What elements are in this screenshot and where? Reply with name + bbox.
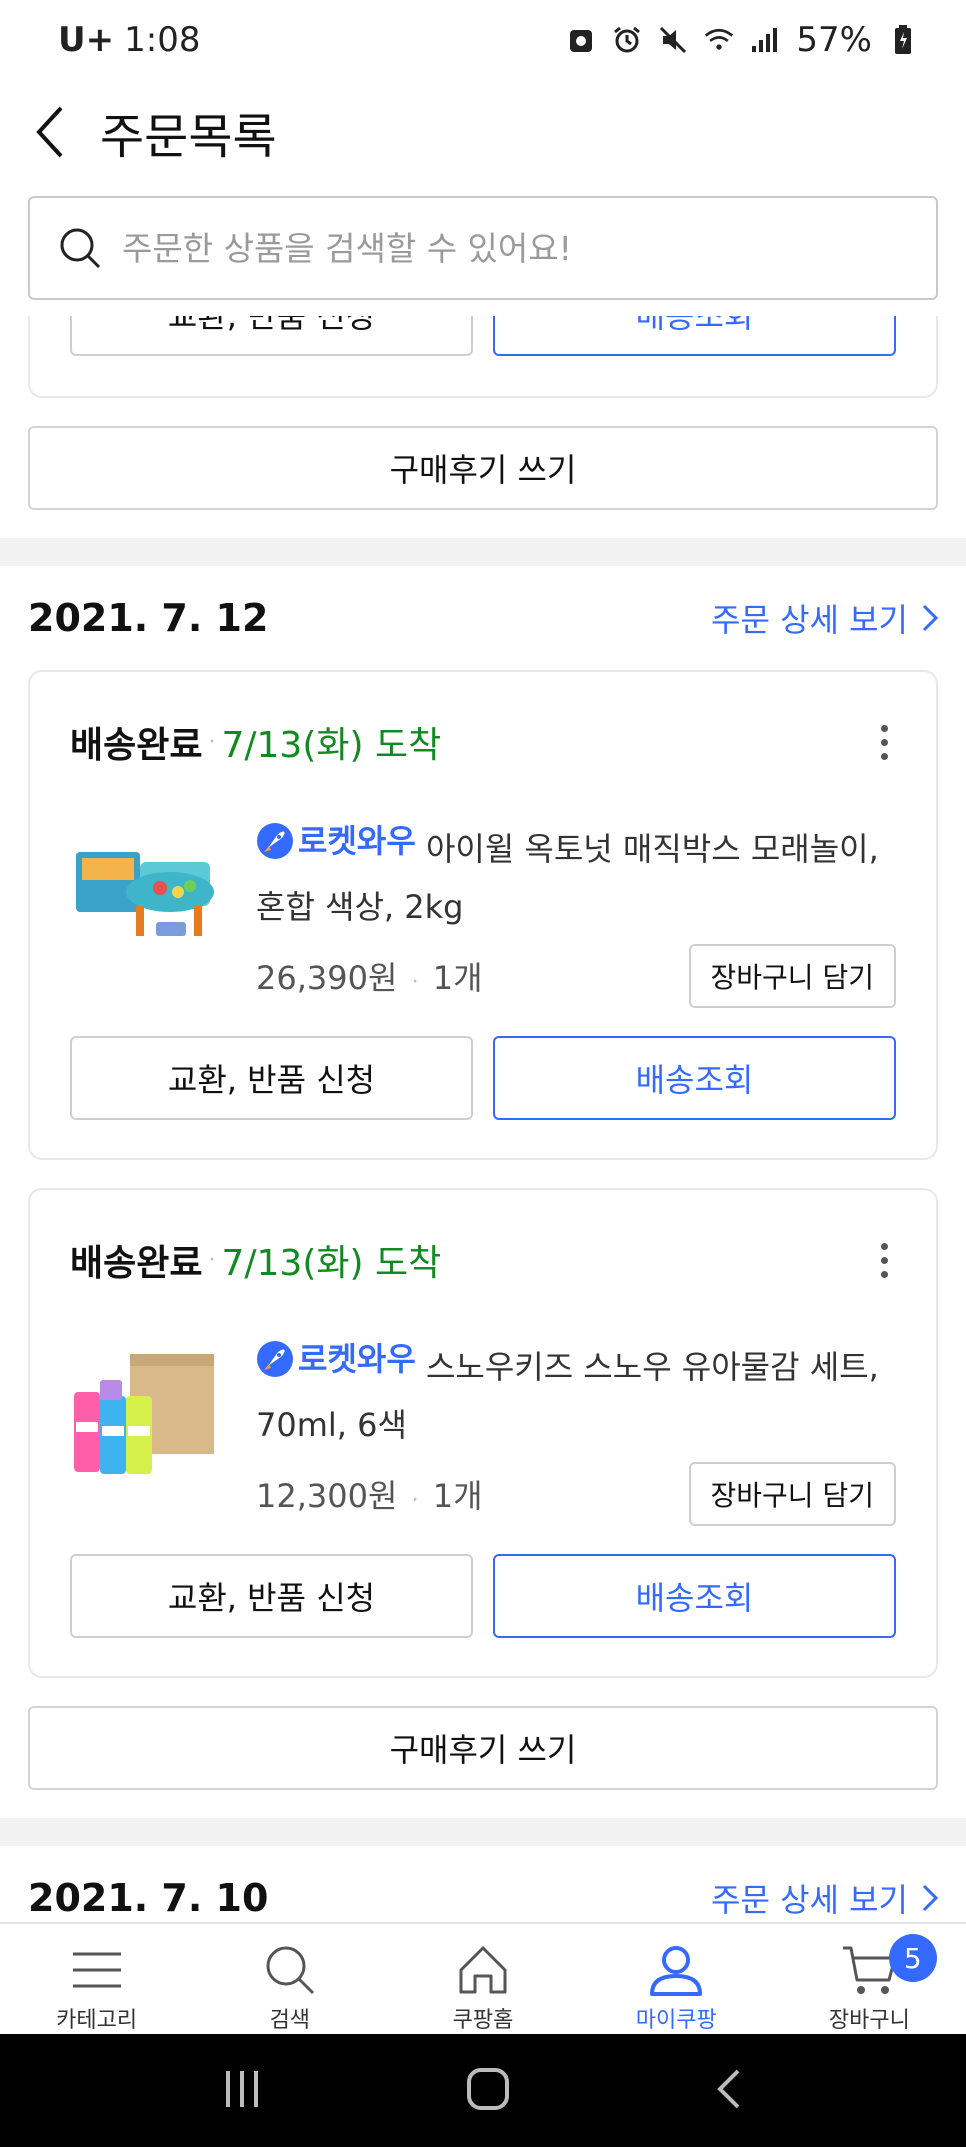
search-icon: [60, 228, 101, 269]
recent-apps-button[interactable]: [222, 2069, 262, 2113]
status-bar: U+ 1:08 57%: [0, 0, 966, 80]
product-thumbnail[interactable]: [70, 1340, 220, 1490]
alarm-icon: [612, 25, 642, 55]
order-item-card: 교환, 반품 신청 배송조회: [28, 316, 938, 398]
battery-icon: [888, 25, 918, 55]
recent-apps-icon: [226, 2070, 258, 2107]
price-qty: 12,300원 · 1개: [256, 1471, 483, 1517]
nav-home[interactable]: 쿠팡홈: [386, 1924, 579, 2034]
exchange-return-button[interactable]: 교환, 반품 신청: [70, 1554, 473, 1638]
arrival-date: 7/13(화) 도착: [221, 1243, 442, 1284]
separator-dot: ·: [208, 729, 216, 755]
exchange-return-button[interactable]: 교환, 반품 신청: [70, 316, 473, 356]
nav-label: 장바구니: [828, 2008, 910, 2033]
back-button[interactable]: [0, 80, 100, 184]
nav-label: 카테고리: [56, 2008, 138, 2033]
signal-icon: [750, 25, 780, 55]
page-title: 주문목록: [100, 109, 277, 165]
rocket-icon: [257, 1341, 293, 1377]
battery-percent: 57%: [796, 20, 872, 60]
home-circle-icon: [467, 2067, 509, 2110]
order-detail-link[interactable]: 주문 상세 보기: [711, 595, 938, 641]
search-icon: [264, 1942, 316, 1998]
carrier-label: U+: [58, 20, 115, 60]
more-options-icon[interactable]: [872, 724, 896, 760]
cart-count-badge: 5: [888, 1934, 937, 1982]
nav-my-coupang[interactable]: 마이쿠팡: [580, 1924, 773, 2034]
track-delivery-button[interactable]: 배송조회: [493, 316, 896, 356]
product-thumbnail[interactable]: [70, 822, 220, 972]
status-icons: 57%: [566, 20, 918, 60]
system-back-button[interactable]: [714, 2067, 744, 2115]
badge-label: 로켓와우: [298, 1340, 416, 1378]
chevron-left-icon: [36, 106, 63, 158]
rocket-wow-badge: 로켓와우: [256, 1330, 416, 1388]
order-section: 2021. 7. 10 주문 상세 보기: [0, 1846, 966, 1922]
track-delivery-button[interactable]: 배송조회: [493, 1036, 896, 1120]
track-delivery-button[interactable]: 배송조회: [493, 1554, 896, 1638]
nav-category[interactable]: 카테고리: [0, 1924, 193, 2034]
price-qty: 26,390원 · 1개: [256, 953, 483, 999]
order-detail-label: 주문 상세 보기: [711, 1881, 908, 1919]
home-icon: [457, 1942, 509, 1998]
badge-label: 로켓와우: [298, 822, 416, 860]
product-quantity: 1개: [432, 959, 483, 997]
delivery-status: 배송완료: [70, 1243, 203, 1284]
order-date: 2021. 7. 10: [28, 1876, 269, 1920]
write-review-button[interactable]: 구매후기 쓰기: [28, 426, 938, 510]
search-input[interactable]: [122, 228, 908, 268]
order-item-card: 배송완료 · 7/13(화) 도착: [28, 670, 938, 1160]
separator-dot: ·: [411, 1488, 419, 1513]
product-price: 26,390원: [256, 959, 398, 997]
chevron-right-icon: [922, 1884, 938, 1912]
write-review-button[interactable]: 구매후기 쓰기: [28, 1706, 938, 1790]
separator-dot: ·: [411, 970, 419, 995]
order-header: 2021. 7. 12 주문 상세 보기: [28, 566, 938, 670]
nav-label: 마이쿠팡: [635, 2008, 717, 2033]
order-list[interactable]: 교환, 반품 신청 배송조회 구매후기 쓰기 2021. 7. 12 주문 상세…: [0, 316, 966, 1922]
back-icon: [717, 2069, 740, 2108]
add-to-cart-button[interactable]: 장바구니 담기: [688, 1462, 896, 1526]
user-icon: [648, 1942, 704, 1998]
nav-search[interactable]: 검색: [193, 1924, 386, 2034]
order-section: 교환, 반품 신청 배송조회 구매후기 쓰기: [0, 316, 966, 538]
add-to-cart-button[interactable]: 장바구니 담기: [688, 944, 896, 1008]
order-section: 2021. 7. 12 주문 상세 보기 배송완료 · 7/13(화) 도착 로…: [0, 566, 966, 1818]
mute-icon: [658, 25, 688, 55]
status-time: 1:08: [124, 20, 201, 60]
delivery-status: 배송완료: [70, 725, 203, 766]
order-header: 2021. 7. 10 주문 상세 보기: [28, 1846, 938, 1922]
system-nav-bar: [0, 2034, 966, 2147]
nav-label: 쿠팡홈: [452, 2008, 514, 2033]
order-detail-label: 주문 상세 보기: [711, 601, 908, 639]
order-date: 2021. 7. 12: [28, 596, 269, 640]
more-options-icon[interactable]: [872, 1242, 896, 1278]
product-price: 12,300원: [256, 1477, 398, 1515]
exchange-return-button[interactable]: 교환, 반품 신청: [70, 1036, 473, 1120]
rocket-wow-badge: 로켓와우: [256, 812, 416, 870]
wifi-icon: [704, 25, 734, 55]
order-detail-link[interactable]: 주문 상세 보기: [711, 1875, 938, 1921]
chevron-right-icon: [922, 604, 938, 632]
search-bar: [0, 184, 966, 316]
nav-cart[interactable]: 5 장바구니: [773, 1924, 966, 2034]
app-header: 주문목록: [0, 80, 966, 184]
nav-label: 검색: [269, 2008, 311, 2033]
home-button[interactable]: [466, 2067, 510, 2115]
product-quantity: 1개: [432, 1477, 483, 1515]
arrival-date: 7/13(화) 도착: [221, 725, 442, 766]
separator-dot: ·: [208, 1247, 216, 1273]
bottom-nav: 카테고리 검색 쿠팡홈 마이쿠팡 5 장바구니: [0, 1922, 966, 2034]
search-box[interactable]: [28, 196, 938, 300]
menu-icon: [71, 1942, 123, 1998]
order-item-card: 배송완료 · 7/13(화) 도착: [28, 1188, 938, 1678]
rocket-icon: [257, 823, 293, 859]
recycle-icon: [566, 25, 596, 55]
